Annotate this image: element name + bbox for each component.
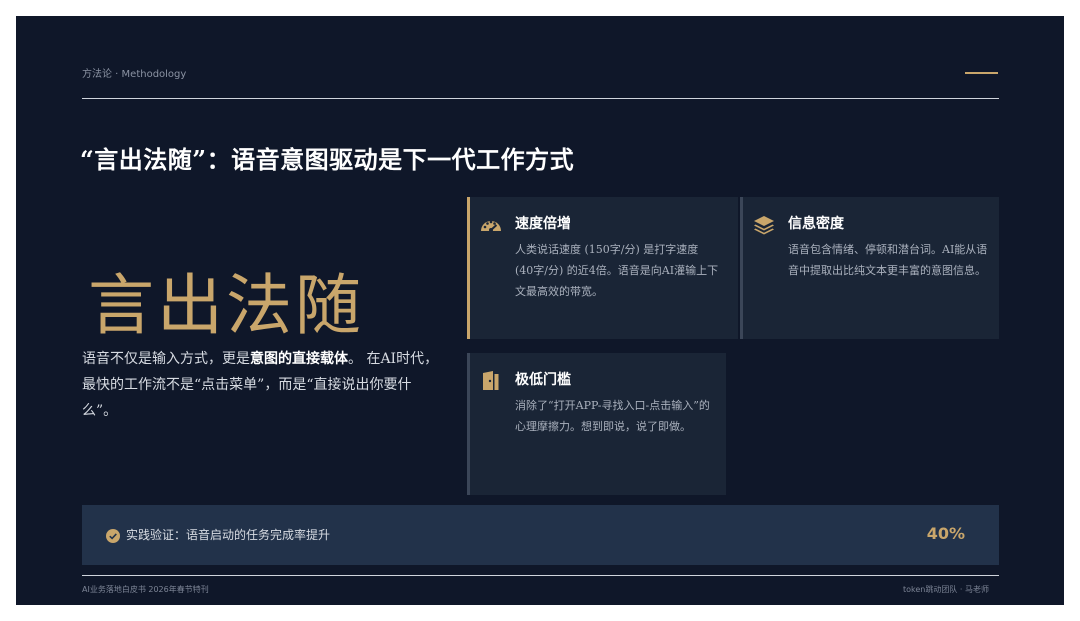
description-part1: 语音不仅是输入方式，更是 [82,351,250,367]
page-title: “言出法随”：语音意图驱动是下一代工作方式 [80,145,575,174]
card-title: 速度倍增 [515,216,571,232]
check-circle-icon [106,529,120,543]
card-accent-bar [467,197,470,339]
card-accent-bar [467,353,470,495]
banner-text: 实践验证：语音启动的任务完成率提升 [126,528,331,542]
card-title: 信息密度 [788,216,844,232]
card-body: 消除了“打开APP-寻找入口-点击输入”的心理摩擦力。想到即说，说了即做。 [515,399,710,433]
slide: 方法论 · Methodology “言出法随”：语音意图驱动是下一代工作方式 … [16,16,1064,605]
result-banner: 实践验证：语音启动的任务完成率提升 40% [82,505,999,565]
hero-text: 言出法随 [88,267,364,344]
description: 语音不仅是输入方式，更是意图的直接载体。 在AI时代，最快的工作流不是“点击菜单… [82,346,442,424]
door-icon [483,371,499,390]
speedometer-icon [481,220,501,232]
card-density: 信息密度 语音包含情绪、停顿和潜台词。AI能从语音中提取出比纯文本更丰富的意图信… [740,197,999,339]
header-accent-line [965,72,998,74]
card-accent-bar [740,197,743,339]
section-label: 方法论 · Methodology [82,69,187,80]
footer-left-text: AI业务落地白皮书 2026年春节特刊 [82,585,209,594]
banner-value: 40% [926,524,965,543]
description-bold: 意图的直接载体 [250,351,348,367]
header-divider [82,98,999,99]
card-threshold: 极低门槛 消除了“打开APP-寻找入口-点击输入”的心理摩擦力。想到即说，说了即… [467,353,726,495]
footer-divider [82,575,999,576]
card-body: 人类说话速度 (150字/分) 是打字速度 (40字/分) 的近4倍。语音是向A… [515,243,719,298]
card-speed: 速度倍增 人类说话速度 (150字/分) 是打字速度 (40字/分) 的近4倍。… [467,197,738,339]
footer-right-text: token跳动团队 · 马老师 [903,585,989,594]
layers-icon [754,216,774,235]
card-title: 极低门槛 [515,372,571,388]
card-body: 语音包含情绪、停顿和潜台词。AI能从语音中提取出比纯文本更丰富的意图信息。 [788,243,988,277]
